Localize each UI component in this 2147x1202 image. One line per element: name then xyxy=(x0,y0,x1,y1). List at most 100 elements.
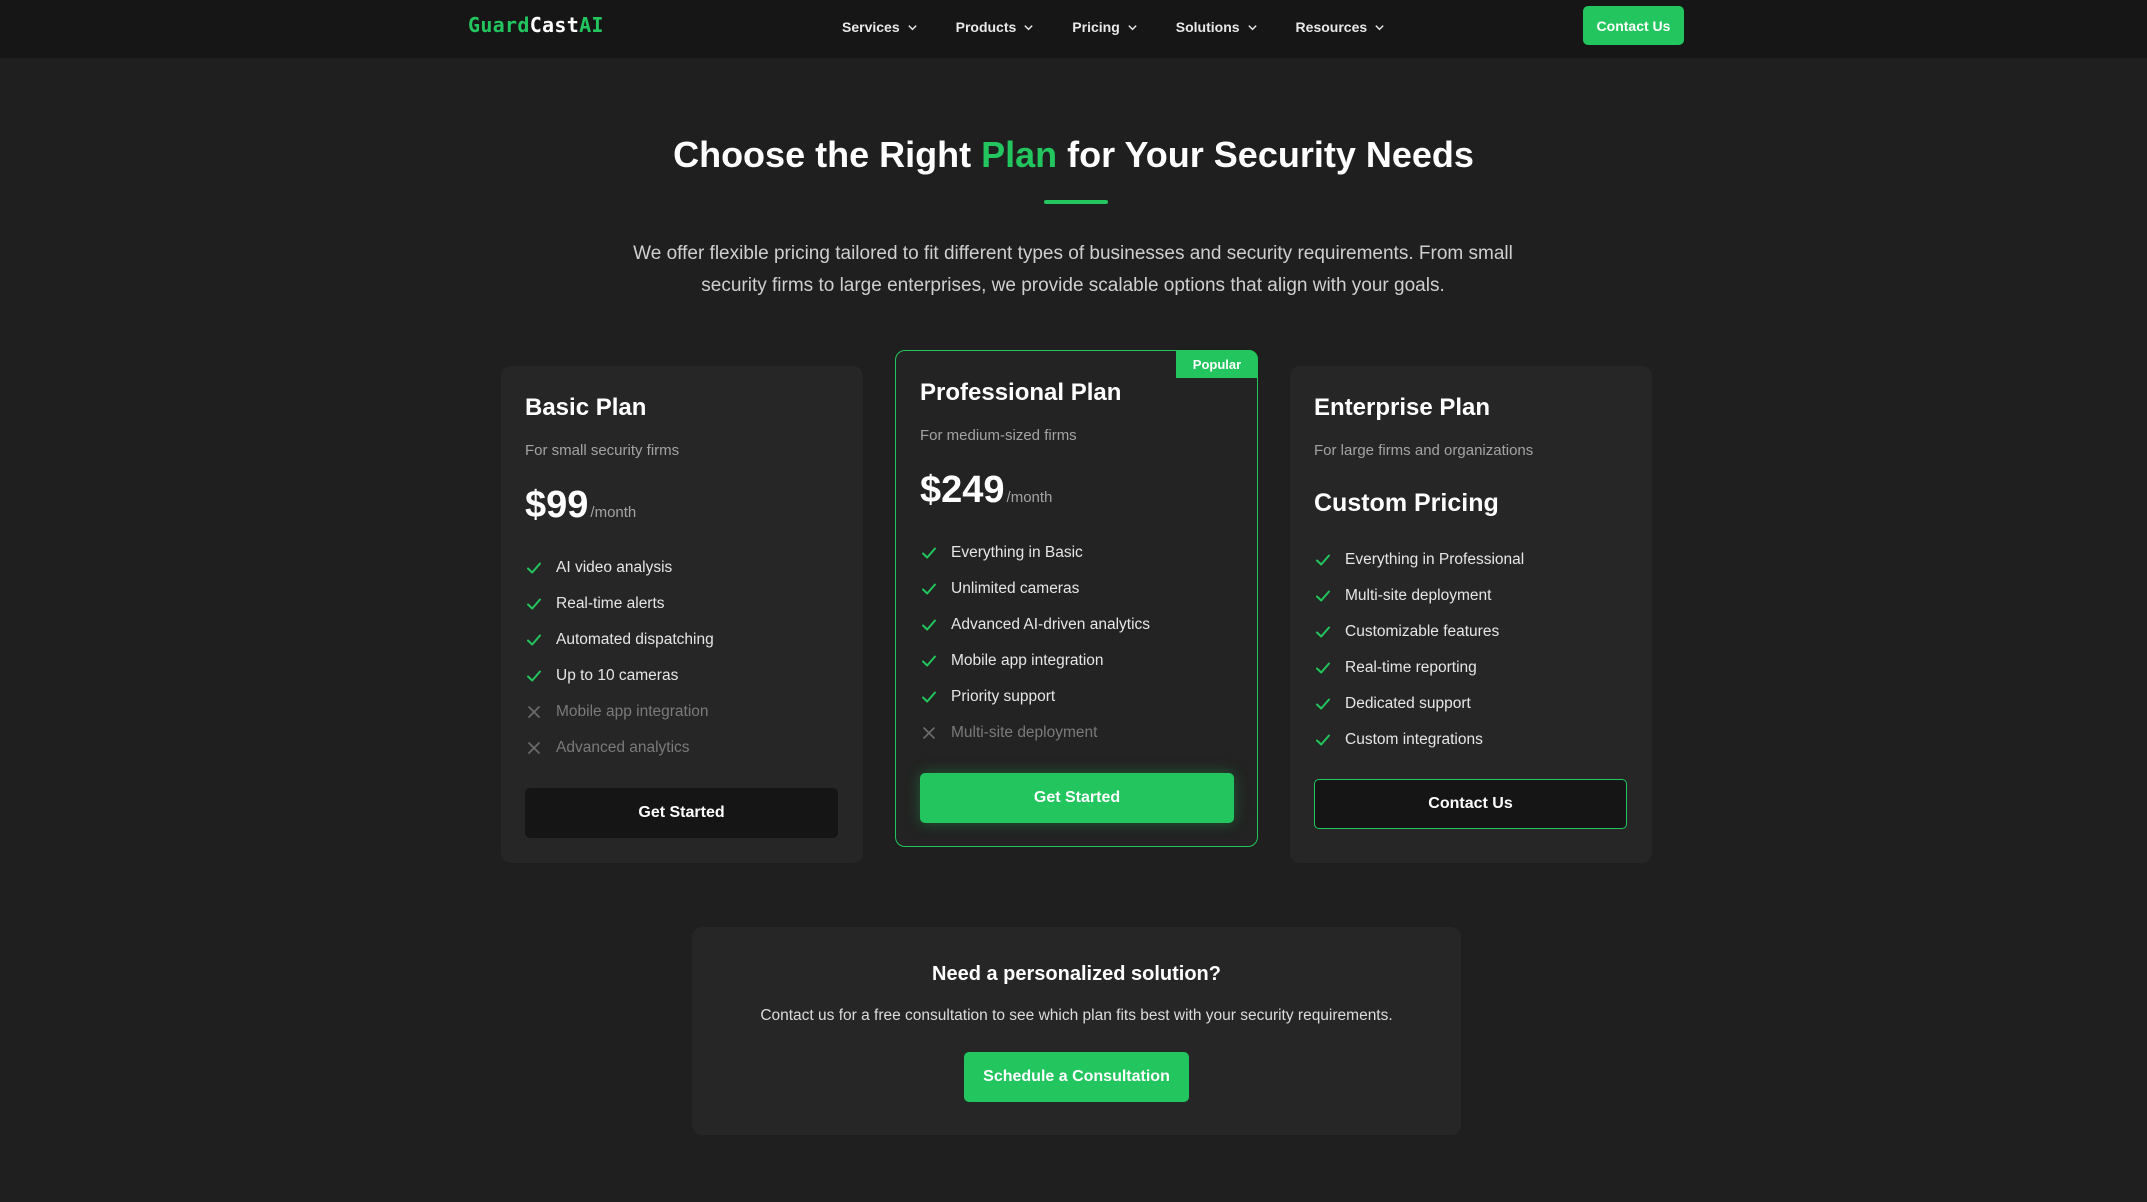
contact-us-button-enterprise[interactable]: Contact Us xyxy=(1314,779,1627,829)
check-icon xyxy=(525,559,543,577)
plan-price: Custom Pricing xyxy=(1314,489,1499,517)
check-icon xyxy=(920,652,938,670)
feature-text: Multi-site deployment xyxy=(1345,587,1492,604)
plan-price: $99 xyxy=(525,484,589,526)
feature-item: Everything in Basic xyxy=(920,535,1150,571)
feature-text: Real-time alerts xyxy=(556,595,665,612)
feature-text: Custom integrations xyxy=(1345,731,1483,748)
nav-contact-button[interactable]: Contact Us xyxy=(1583,6,1684,45)
check-icon xyxy=(525,631,543,649)
popular-badge: Popular xyxy=(1176,350,1258,378)
cta-text: Contact us for a free consultation to se… xyxy=(760,1007,1393,1024)
nav-item-resources[interactable]: Resources xyxy=(1296,19,1386,35)
navbar: GuardCastAI Services Products Pricing So… xyxy=(0,0,2147,58)
feature-item: Advanced AI-driven analytics xyxy=(920,607,1150,643)
feature-text: Customizable features xyxy=(1345,623,1500,640)
nav-item-services[interactable]: Services xyxy=(842,19,918,35)
feature-list: Everything in Professional Multi-site de… xyxy=(1314,542,1524,758)
feature-text: Unlimited cameras xyxy=(951,580,1080,597)
x-icon xyxy=(525,739,543,757)
nav-item-label: Resources xyxy=(1295,19,1368,35)
consultation-cta: Need a personalized solution? Contact us… xyxy=(692,927,1461,1135)
x-icon xyxy=(525,703,543,721)
check-icon xyxy=(920,580,938,598)
plan-name: Enterprise Plan xyxy=(1314,394,1491,421)
feature-text: Dedicated support xyxy=(1345,695,1471,712)
plan-card-enterprise: Enterprise Plan For large firms and orga… xyxy=(1290,366,1652,863)
feature-text: Real-time reporting xyxy=(1345,659,1477,676)
check-icon xyxy=(1314,551,1332,569)
feature-item: Up to 10 cameras xyxy=(525,658,714,694)
feature-item: Automated dispatching xyxy=(525,622,714,658)
feature-list: AI video analysis Real-time alerts Autom… xyxy=(525,550,714,766)
feature-item: Real-time alerts xyxy=(525,586,714,622)
feature-text: Multi-site deployment xyxy=(951,724,1098,741)
get-started-button-professional[interactable]: Get Started xyxy=(920,773,1234,823)
feature-text: Advanced AI-driven analytics xyxy=(951,616,1151,633)
page-title: Choose the Right Plan for Your Security … xyxy=(0,134,2147,176)
nav-menu: Services Products Pricing Solutions Reso… xyxy=(842,0,1423,54)
logo[interactable]: GuardCastAI xyxy=(468,13,604,37)
check-icon xyxy=(1314,659,1332,677)
chevron-down-icon xyxy=(1375,24,1384,30)
feature-item: Mobile app integration xyxy=(920,643,1150,679)
chevron-down-icon xyxy=(1024,24,1033,30)
logo-part-ai: AI xyxy=(579,13,604,37)
feature-item-disabled: Advanced analytics xyxy=(525,730,714,766)
title-before: Choose the Right xyxy=(673,134,982,175)
check-icon xyxy=(920,688,938,706)
logo-part-guard: Guard xyxy=(468,13,530,37)
title-accent: Plan xyxy=(981,134,1058,175)
feature-text: Priority support xyxy=(951,688,1056,705)
feature-item-disabled: Multi-site deployment xyxy=(920,715,1150,751)
plan-card-basic: Basic Plan For small security firms $99 … xyxy=(501,366,863,863)
title-underline xyxy=(1044,200,1108,204)
cta-title: Need a personalized solution? xyxy=(932,963,1221,985)
feature-text: Everything in Basic xyxy=(951,544,1083,561)
price-period: /month xyxy=(1006,489,1053,506)
plan-description: For large firms and organizations xyxy=(1314,442,1534,459)
plan-price: $249 xyxy=(920,469,1005,511)
feature-item-disabled: Mobile app integration xyxy=(525,694,714,730)
chevron-down-icon xyxy=(907,24,917,30)
plan-description: For medium-sized firms xyxy=(920,427,1077,444)
chevron-down-icon xyxy=(1128,24,1137,30)
price-row: $249 /month xyxy=(920,469,1052,512)
feature-list: Everything in Basic Unlimited cameras Ad… xyxy=(920,535,1150,751)
feature-item: Unlimited cameras xyxy=(920,571,1150,607)
feature-item: Real-time reporting xyxy=(1314,650,1524,686)
feature-text: Mobile app integration xyxy=(951,652,1104,669)
get-started-button-basic[interactable]: Get Started xyxy=(525,788,838,838)
plan-description: For small security firms xyxy=(525,442,680,459)
x-icon xyxy=(920,724,938,742)
check-icon xyxy=(1314,623,1332,641)
plan-name: Basic Plan xyxy=(525,394,647,421)
check-icon xyxy=(525,595,543,613)
check-icon xyxy=(1314,731,1332,749)
feature-text: Advanced analytics xyxy=(556,739,690,756)
feature-item: Custom integrations xyxy=(1314,722,1524,758)
nav-item-solutions[interactable]: Solutions xyxy=(1176,19,1258,35)
plan-name: Professional Plan xyxy=(920,379,1122,406)
check-icon xyxy=(920,616,938,634)
price-period: /month xyxy=(590,504,637,521)
nav-item-label: Products xyxy=(955,19,1017,35)
nav-item-label: Solutions xyxy=(1175,19,1240,35)
feature-item: AI video analysis xyxy=(525,550,714,586)
nav-item-label: Services xyxy=(842,19,900,35)
feature-text: AI video analysis xyxy=(556,559,673,576)
logo-part-cast: Cast xyxy=(529,13,580,37)
feature-text: Up to 10 cameras xyxy=(556,667,679,684)
chevron-down-icon xyxy=(1247,24,1257,30)
schedule-consultation-button[interactable]: Schedule a Consultation xyxy=(964,1052,1189,1102)
feature-text: Automated dispatching xyxy=(556,631,714,648)
nav-item-label: Pricing xyxy=(1072,19,1120,35)
check-icon xyxy=(525,667,543,685)
nav-item-products[interactable]: Products xyxy=(956,19,1035,35)
feature-text: Everything in Professional xyxy=(1345,551,1525,568)
nav-item-pricing[interactable]: Pricing xyxy=(1072,19,1137,35)
title-after: for Your Security Needs xyxy=(1057,134,1474,175)
check-icon xyxy=(920,544,938,562)
feature-item: Customizable features xyxy=(1314,614,1524,650)
check-icon xyxy=(1314,587,1332,605)
